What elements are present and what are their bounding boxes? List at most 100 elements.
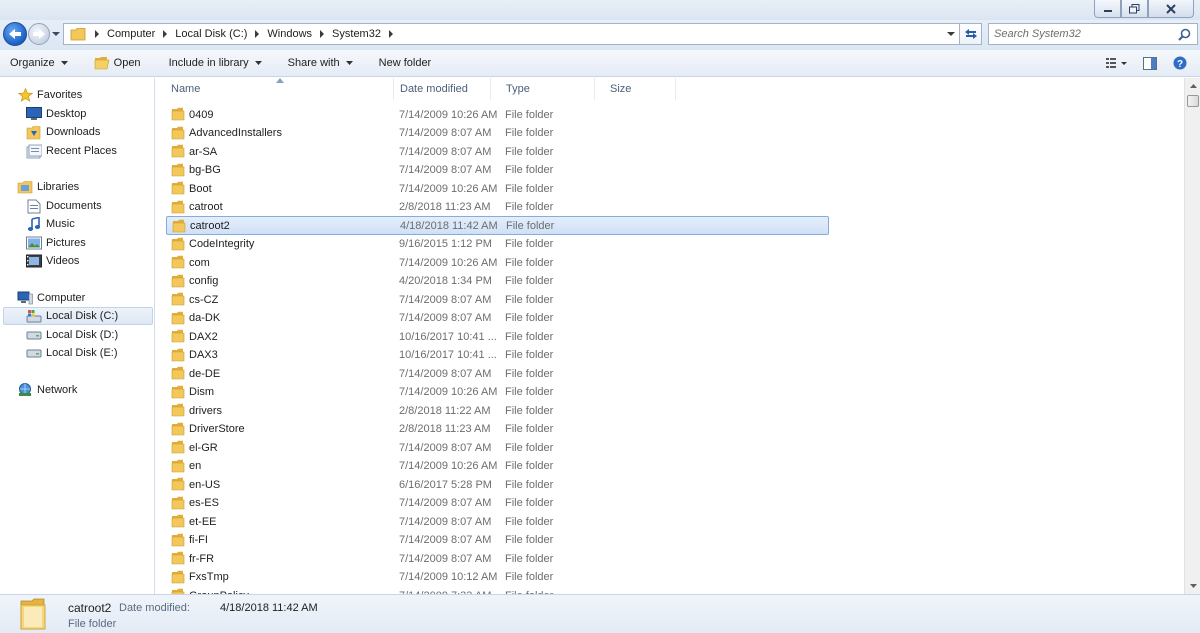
nav-network[interactable]: Network: [17, 381, 77, 399]
file-name: Dism: [189, 386, 215, 398]
table-row[interactable]: el-GR 7/14/2009 8:07 AM File folder: [166, 438, 829, 457]
file-date-modified: 7/14/2009 8:07 AM: [399, 552, 492, 565]
table-row[interactable]: config 4/20/2018 1:34 PM File folder: [166, 272, 829, 291]
organize-button[interactable]: Organize: [0, 52, 78, 74]
scroll-up-button[interactable]: [1185, 78, 1200, 94]
table-row[interactable]: fi-FI 7/14/2009 8:07 AM File folder: [166, 531, 829, 550]
table-row[interactable]: es-ES 7/14/2009 8:07 AM File folder: [166, 494, 829, 513]
change-view-button[interactable]: [1102, 53, 1132, 73]
table-row[interactable]: Boot 7/14/2009 10:26 AM File folder: [166, 179, 829, 198]
file-date-modified: 2/8/2018 11:23 AM: [399, 201, 491, 213]
breadcrumb-arrow-icon[interactable]: [93, 30, 101, 38]
open-label: Open: [113, 57, 141, 69]
nav-computer[interactable]: Computer: [17, 289, 85, 307]
scrollbar-thumb[interactable]: [1187, 95, 1199, 107]
include-in-library-button[interactable]: Include in library: [159, 52, 272, 74]
breadcrumb-arrow-icon[interactable]: [161, 30, 169, 38]
breadcrumb-computer[interactable]: Computer: [107, 28, 155, 40]
table-row[interactable]: Dism 7/14/2009 10:26 AM File folder: [166, 383, 829, 402]
nav-desktop[interactable]: Desktop: [26, 105, 86, 123]
share-with-button[interactable]: Share with: [278, 52, 363, 74]
address-bar[interactable]: Computer Local Disk (C:) Windows System3…: [63, 23, 960, 45]
column-header-size[interactable]: Size: [595, 78, 676, 100]
folder-icon: [171, 163, 185, 176]
column-header-name[interactable]: Name: [156, 78, 394, 100]
breadcrumb-arrow-icon[interactable]: [253, 30, 261, 38]
table-row[interactable]: com 7/14/2009 10:26 AM File folder: [166, 253, 829, 272]
table-row[interactable]: et-EE 7/14/2009 8:07 AM File folder: [166, 512, 829, 531]
search-icon[interactable]: [1178, 28, 1191, 41]
file-name: bg-BG: [189, 164, 221, 176]
file-name: fi-FI: [189, 534, 208, 546]
recent-pages-dropdown[interactable]: [52, 30, 60, 38]
column-header-date-modified[interactable]: Date modified: [385, 78, 491, 100]
table-row[interactable]: de-DE 7/14/2009 8:07 AM File folder: [166, 364, 829, 383]
column-header-type[interactable]: Type: [491, 78, 595, 100]
nav-libraries[interactable]: Libraries: [17, 178, 79, 196]
file-name: 0409: [189, 108, 214, 121]
breadcrumb-windows[interactable]: Windows: [267, 28, 312, 40]
table-row[interactable]: en 7/14/2009 10:26 AM File folder: [166, 457, 829, 476]
file-type: File folder: [505, 441, 554, 454]
details-name: catroot2: [68, 601, 112, 615]
nav-documents[interactable]: Documents: [26, 197, 102, 215]
folder-icon: [171, 477, 185, 491]
table-row[interactable]: catroot2 4/18/2018 11:42 AM File folder: [166, 216, 829, 235]
file-date-modified: 7/14/2009 8:07 AM: [399, 534, 492, 546]
close-button[interactable]: [1148, 0, 1194, 18]
search-input[interactable]: [994, 25, 1174, 43]
table-row[interactable]: fr-FR 7/14/2009 8:07 AM File folder: [166, 549, 829, 568]
nav-videos[interactable]: Videos: [26, 252, 79, 270]
help-button[interactable]: ?: [1168, 53, 1192, 73]
nav-local-disk-c[interactable]: Local Disk (C:): [3, 307, 153, 325]
new-folder-button[interactable]: New folder: [369, 52, 442, 74]
nav-music[interactable]: Music: [26, 215, 75, 233]
address-dropdown-icon[interactable]: [947, 30, 955, 38]
nav-downloads[interactable]: Downloads: [26, 123, 100, 141]
table-row[interactable]: bg-BG 7/14/2009 8:07 AM File folder: [166, 161, 829, 180]
file-name: en-US: [189, 478, 221, 491]
nav-downloads-label: Downloads: [46, 126, 101, 138]
open-button[interactable]: Open: [84, 52, 151, 74]
table-row[interactable]: ar-SA 7/14/2009 8:07 AM File folder: [166, 142, 829, 161]
table-row[interactable]: cs-CZ 7/14/2009 8:07 AM File folder: [166, 290, 829, 309]
search-box[interactable]: [988, 23, 1198, 45]
table-row[interactable]: FxsTmp 7/14/2009 10:12 AM File folder: [166, 568, 829, 587]
table-row[interactable]: DriverStore 2/8/2018 11:23 AM File folder: [166, 420, 829, 439]
table-row[interactable]: AdvancedInstallers 7/14/2009 8:07 AM File …: [166, 124, 829, 143]
caption-buttons: [1094, 0, 1194, 18]
nav-local-disk-d[interactable]: Local Disk (D:): [26, 326, 118, 344]
table-row[interactable]: CodeIntegrity 9/16/2015 1:12 PM File folde…: [166, 235, 829, 254]
folder-icon: [20, 598, 46, 630]
table-row[interactable]: drivers 2/8/2018 11:22 AM File folder: [166, 401, 829, 420]
table-row[interactable]: DAX2 10/16/2017 10:41 ... File folder: [166, 327, 829, 346]
table-row[interactable]: 0409 7/14/2009 10:26 AM File folder: [166, 105, 829, 124]
file-type: File folder: [505, 386, 554, 398]
table-row[interactable]: GroupPolicy7/14/2009 7:33 AMFile folder: [166, 586, 829, 594]
forward-button[interactable]: [28, 23, 50, 45]
scroll-down-button[interactable]: [1185, 578, 1200, 594]
table-row[interactable]: DAX3 10/16/2017 10:41 ... File folder: [166, 346, 829, 365]
table-row[interactable]: da-DK 7/14/2009 8:07 AM File folder: [166, 309, 829, 328]
preview-pane-button[interactable]: [1138, 53, 1162, 73]
nav-favorites[interactable]: Favorites: [17, 86, 82, 104]
chevron-down-icon: [1189, 584, 1197, 588]
file-type: File folder: [505, 256, 554, 269]
table-row[interactable]: en-US 6/16/2017 5:28 PM File folder: [166, 475, 829, 494]
breadcrumb-arrow-icon[interactable]: [318, 30, 326, 38]
breadcrumb-system32[interactable]: System32: [332, 28, 381, 40]
refresh-button[interactable]: [960, 23, 982, 45]
close-icon: [1166, 3, 1176, 14]
column-headers: Name Date modified Type Size: [156, 78, 1184, 100]
restore-button[interactable]: [1121, 0, 1148, 18]
nav-pictures[interactable]: Pictures: [26, 234, 86, 252]
back-button[interactable]: [3, 22, 27, 46]
minimize-button[interactable]: [1094, 0, 1121, 18]
breadcrumb-local-disk-c[interactable]: Local Disk (C:): [175, 28, 247, 40]
new-folder-label: New folder: [378, 57, 432, 69]
breadcrumb-arrow-icon[interactable]: [387, 30, 395, 38]
nav-recent-places[interactable]: Recent Places: [26, 142, 117, 160]
table-row[interactable]: catroot 2/8/2018 11:23 AM File folder: [166, 198, 829, 217]
vertical-scrollbar[interactable]: [1184, 78, 1200, 594]
nav-local-disk-e[interactable]: Local Disk (E:): [26, 344, 118, 362]
